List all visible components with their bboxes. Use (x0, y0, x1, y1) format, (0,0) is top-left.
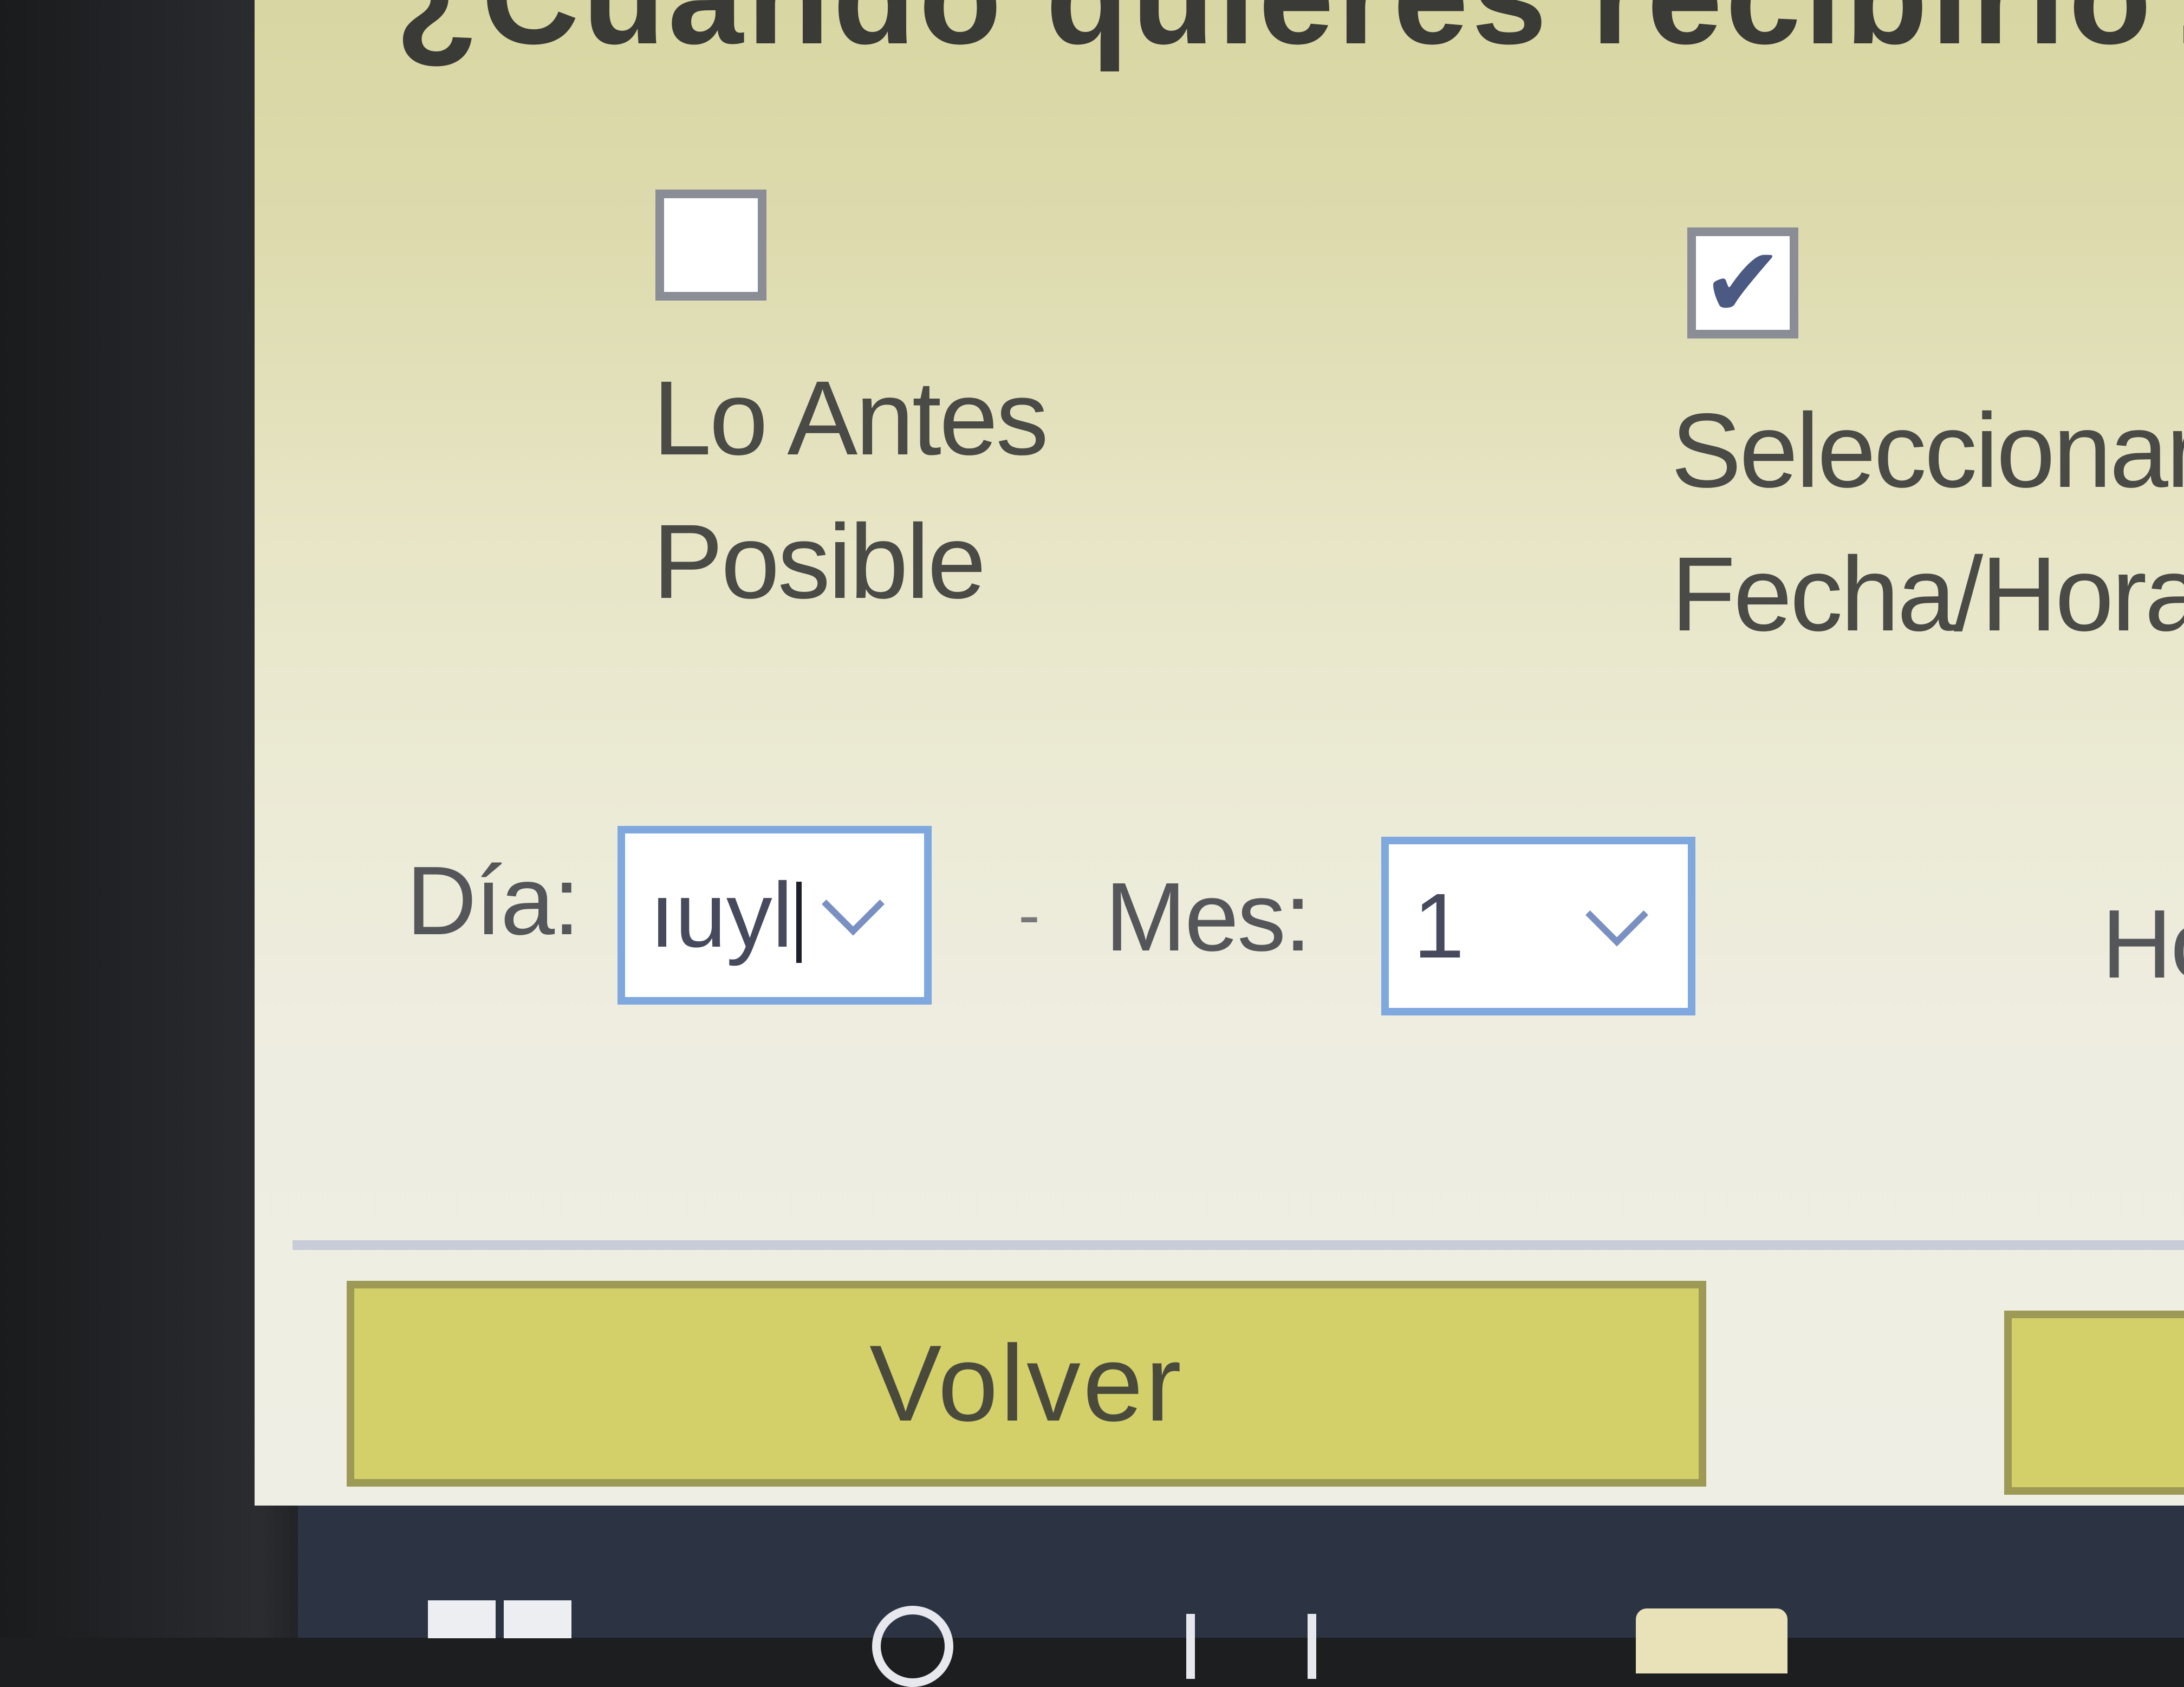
chevron-down-icon[interactable] (822, 872, 885, 936)
search-icon[interactable] (872, 1606, 953, 1687)
back-button[interactable]: Volver (347, 1281, 1706, 1487)
windows-start-icon[interactable] (428, 1600, 580, 1665)
asap-label-line2: Posible (653, 503, 986, 621)
windows-taskbar (298, 1506, 2184, 1687)
checkmark-icon: ✔ (1702, 226, 1784, 340)
day-combobox[interactable]: ıuyl (618, 826, 932, 1005)
day-label: Día: (406, 846, 580, 955)
select-datetime-label-line1: Seleccionar (1671, 392, 2184, 510)
month-value: 1 (1413, 875, 1465, 978)
dialog-question: ¿Cuándo quieres recibirlo? (395, 0, 2184, 74)
day-value: ıuyl (649, 862, 802, 968)
file-explorer-icon[interactable] (1636, 1608, 1787, 1673)
asap-label-line1: Lo Antes (653, 359, 1049, 477)
text-cursor (796, 882, 802, 963)
next-button[interactable] (2004, 1311, 2184, 1495)
app-window: ¿Cuándo quieres recibirlo? Lo Antes Posi… (255, 0, 2184, 1506)
footer-divider (292, 1240, 2184, 1250)
select-datetime-label: Seleccionar Fecha/Hora (1671, 379, 2184, 666)
select-datetime-checkbox[interactable]: ✔ (1687, 227, 1798, 338)
hour-label: Ho (2102, 890, 2184, 999)
task-view-icon[interactable] (1186, 1614, 1316, 1679)
asap-label: Lo Antes Posible (653, 347, 1049, 634)
select-datetime-label-line2: Fecha/Hora (1671, 535, 2184, 653)
month-combobox[interactable]: 1 (1381, 837, 1695, 1015)
date-separator: - (1018, 878, 1040, 951)
month-label: Mes: (1105, 863, 1311, 972)
asap-checkbox[interactable] (655, 190, 766, 301)
chevron-down-icon[interactable] (1585, 883, 1648, 947)
